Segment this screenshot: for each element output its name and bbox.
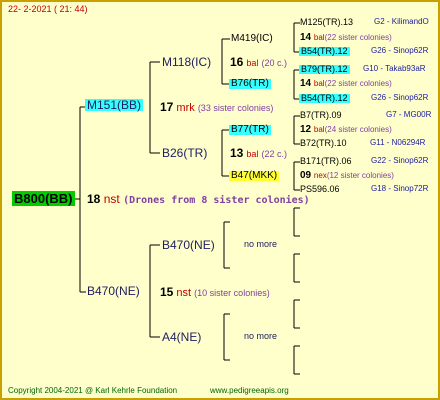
b77-drone-count: 12 bbox=[300, 124, 312, 135]
root-drone-count: 18 bbox=[87, 192, 101, 206]
date-stamp: 22- 2-2021 ( 21: 44) bbox=[8, 4, 88, 14]
b47-sisters: (12 sister colonies) bbox=[326, 171, 394, 180]
g4-1-group: G26 - Sinop62R bbox=[371, 46, 429, 55]
m151-drone-count: 17 bbox=[160, 100, 174, 114]
g4-5-id[interactable]: B72(TR).10 bbox=[300, 139, 347, 148]
b47-drone-label: nex bbox=[313, 171, 327, 180]
m118-sisters: (20 c.) bbox=[261, 58, 288, 68]
m151-drone-info: 17 mrk (33 sister colonies) bbox=[160, 101, 273, 114]
b77-drone-label: bal bbox=[313, 125, 325, 134]
queen-b470-ne[interactable]: B470(NE) bbox=[162, 239, 215, 251]
queen-b470[interactable]: B470(NE) bbox=[85, 285, 142, 297]
b26-drone-count: 13 bbox=[230, 146, 244, 160]
m419-drone-count: 14 bbox=[300, 32, 312, 43]
m419-sisters: (22 sister colonies) bbox=[324, 33, 392, 42]
g4-0-group: G2 - KilimandO bbox=[374, 17, 429, 26]
m419-drone-info: 14 bal(22 sister colonies) bbox=[300, 33, 392, 43]
g4-4-group: G7 - MG00R bbox=[386, 110, 432, 119]
g4-3-id[interactable]: B54(TR).12 bbox=[299, 94, 350, 103]
g4-5-group: G11 - N06294R bbox=[370, 138, 426, 147]
b76-drone-count: 14 bbox=[300, 78, 312, 89]
m118-drone-info: 16 bal (20 c.) bbox=[230, 56, 287, 69]
g4-7-group: G18 - Sinop72R bbox=[371, 184, 429, 193]
b470ne-no-more: no more bbox=[244, 239, 278, 249]
g4-4-id[interactable]: B7(TR).09 bbox=[300, 111, 342, 120]
m151-sisters: (33 sister colonies) bbox=[197, 103, 274, 113]
b76-drone-label: bal bbox=[313, 79, 325, 88]
g4-0-id[interactable]: M125(TR).13 bbox=[300, 18, 353, 27]
root-drone-info: 18 nst (Drones from 8 sister colonies) bbox=[87, 193, 310, 206]
b26-drone-label: bal bbox=[246, 149, 259, 159]
root-queen[interactable]: B800(BB) bbox=[12, 191, 75, 206]
b76-drone-info: 14 bal(22 sister colonies) bbox=[300, 79, 392, 89]
g4-2-group: G10 - Takab93aR bbox=[363, 64, 426, 73]
queen-b76[interactable]: B76(TR) bbox=[229, 79, 271, 89]
b77-drone-info: 12 bal(24 sister colonies) bbox=[300, 125, 392, 135]
g4-2-id[interactable]: B79(TR).12 bbox=[299, 65, 350, 74]
m118-drone-label: bal bbox=[246, 58, 259, 68]
b470-drone-count: 15 bbox=[160, 285, 174, 299]
queen-b77[interactable]: B77(TR) bbox=[229, 125, 271, 135]
queen-a4[interactable]: A4(NE) bbox=[162, 331, 201, 343]
g4-3-group: G26 - Sinop62R bbox=[371, 93, 429, 102]
a4-no-more: no more bbox=[244, 331, 278, 341]
queen-m118[interactable]: M118(IC) bbox=[162, 56, 211, 68]
g4-7-id[interactable]: PS596.06 bbox=[300, 185, 340, 194]
b26-drone-info: 13 bal (22 c.) bbox=[230, 147, 287, 160]
g4-1-id[interactable]: B54(TR).12 bbox=[299, 47, 350, 56]
g4-6-group: G22 - Sinop62R bbox=[371, 156, 429, 165]
m118-drone-count: 16 bbox=[230, 55, 244, 69]
b77-sisters: (24 sister colonies) bbox=[324, 125, 392, 134]
queen-b26[interactable]: B26(TR) bbox=[162, 147, 207, 159]
queen-m419[interactable]: M419(IC) bbox=[231, 34, 273, 44]
b470-drone-info: 15 nst (10 sister colonies) bbox=[160, 286, 270, 299]
b76-sisters: (22 sister colonies) bbox=[324, 79, 392, 88]
queen-b47[interactable]: B47(MKK) bbox=[229, 171, 280, 181]
footer-url[interactable]: www.pedigreeapis.org bbox=[210, 387, 289, 395]
b47-drone-info: 09 nex(12 sister colonies) bbox=[300, 171, 394, 181]
root-drone-note: (Drones from 8 sister colonies) bbox=[123, 195, 310, 206]
queen-m151[interactable]: M151(BB) bbox=[85, 99, 144, 111]
b470-sisters: (10 sister colonies) bbox=[194, 288, 270, 298]
root-drone-label: nst bbox=[103, 192, 120, 206]
g4-6-id[interactable]: B171(TR).06 bbox=[300, 157, 352, 166]
m419-drone-label: bal bbox=[313, 33, 325, 42]
m151-drone-label: mrk bbox=[176, 102, 195, 114]
b470-drone-label: nst bbox=[176, 287, 192, 299]
b26-sisters: (22 c.) bbox=[261, 149, 288, 159]
b47-drone-count: 09 bbox=[300, 170, 312, 181]
footer-copyright: Copyright 2004-2021 @ Karl Kehrle Founda… bbox=[8, 386, 178, 395]
